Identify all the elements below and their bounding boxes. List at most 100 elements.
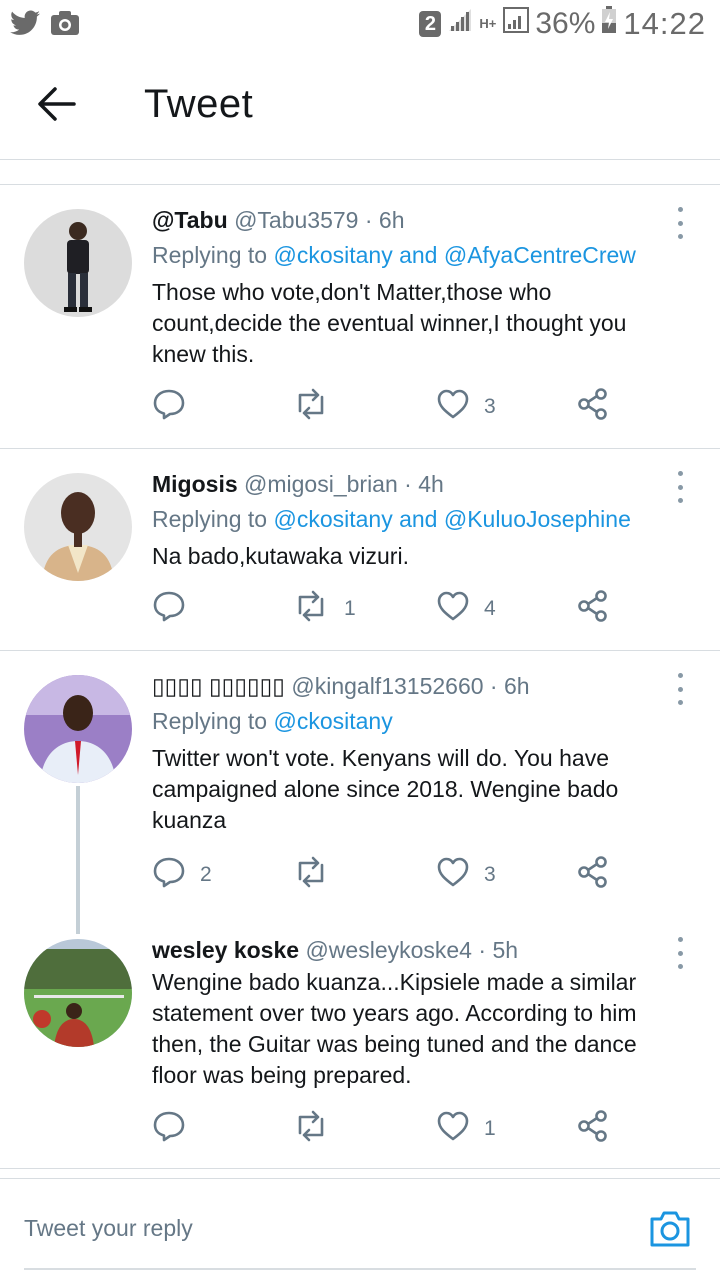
share-button[interactable]	[576, 1107, 610, 1151]
camera-notification-icon	[50, 10, 80, 41]
signal-icon	[447, 7, 473, 41]
username[interactable]: @wesleykoske4	[305, 937, 472, 963]
tweet-actions: 2 3	[152, 853, 632, 897]
share-icon	[576, 589, 610, 629]
timestamp: 6h	[378, 207, 405, 233]
more-options-button[interactable]	[674, 937, 686, 969]
avatar[interactable]	[24, 473, 132, 581]
share-button[interactable]	[576, 853, 610, 897]
separator-dot: ·	[364, 207, 373, 233]
username[interactable]: @kingalf13152660	[291, 673, 483, 699]
like-count: 3	[484, 863, 496, 886]
camera-button[interactable]	[648, 1209, 692, 1253]
replying-to-mentions[interactable]: @ckositany and @KuluoJosephine	[273, 506, 630, 532]
retweet-button[interactable]	[292, 853, 344, 897]
reply-input[interactable]: Tweet your reply	[24, 1215, 193, 1242]
share-icon	[576, 855, 610, 895]
share-button[interactable]	[576, 385, 610, 429]
heart-icon	[436, 856, 470, 894]
reply-icon	[152, 387, 186, 427]
display-name[interactable]: @Tabu	[152, 207, 228, 233]
reply-icon	[152, 589, 186, 629]
replying-to-prefix: Replying to	[152, 242, 268, 268]
retweet-button[interactable]: 1	[292, 587, 356, 631]
arrow-left-icon	[36, 86, 76, 127]
heart-icon	[436, 1110, 470, 1148]
share-icon	[576, 1109, 610, 1149]
separator-dot: ·	[489, 673, 498, 699]
separator-dot: ·	[404, 471, 412, 497]
timestamp: 4h	[418, 471, 444, 497]
like-button[interactable]: 3	[436, 385, 496, 429]
like-count: 4	[484, 597, 496, 620]
reply-composer: Tweet your reply	[0, 1178, 720, 1280]
username[interactable]: @Tabu3579	[234, 207, 358, 233]
sim-badge: 2	[419, 11, 442, 37]
retweet-button[interactable]	[292, 385, 344, 429]
more-options-button[interactable]	[674, 207, 686, 239]
status-bar: 2 H+ 36% 14:22	[0, 0, 720, 52]
back-button[interactable]	[30, 80, 82, 132]
replying-to: Replying to @ckositany and @KuluoJosephi…	[152, 503, 680, 535]
reply-button[interactable]	[152, 385, 200, 429]
display-name[interactable]: ▯▯▯▯ ▯▯▯▯▯▯	[152, 673, 285, 699]
reply-icon	[152, 855, 186, 895]
battery-percent: 36%	[535, 7, 596, 40]
display-name[interactable]: Migosis	[152, 471, 238, 497]
tweet-card[interactable]: ▯▯▯▯ ▯▯▯▯▯▯ @kingalf13152660 · 6h Replyi…	[0, 651, 720, 915]
reply-icon	[152, 1109, 186, 1149]
reply-button[interactable]	[152, 1107, 200, 1151]
timestamp: 6h	[503, 673, 530, 699]
reply-input-underline	[24, 1268, 696, 1270]
like-button[interactable]: 4	[436, 587, 496, 631]
share-icon	[576, 387, 610, 427]
heart-icon	[436, 388, 470, 426]
tweet-card[interactable]: Migosis @migosi_brian · 4h Replying to @…	[0, 449, 720, 651]
retweet-button[interactable]	[292, 1107, 344, 1151]
like-button[interactable]: 3	[436, 853, 496, 897]
tweet-card[interactable]: wesley koske @wesleykoske4 · 5h Wengine …	[0, 915, 720, 1169]
avatar[interactable]	[24, 675, 132, 783]
reply-button[interactable]	[152, 587, 200, 631]
tweet-header: wesley koske @wesleykoske4 · 5h	[152, 935, 680, 965]
network-type: H+	[479, 16, 497, 31]
avatar[interactable]	[24, 209, 132, 317]
signal-icon-2	[503, 7, 530, 41]
retweet-icon	[292, 589, 330, 629]
tweet-text: Wengine bado kuanza...Kipsiele made a si…	[152, 969, 637, 1088]
tweet-text: Na bado,kutawaka vizuri.	[152, 543, 409, 569]
reply-count: 2	[200, 863, 212, 886]
tweet-text: Those who vote,don't Matter,those who co…	[152, 279, 627, 367]
retweet-icon	[292, 1109, 330, 1149]
retweet-icon	[292, 855, 330, 895]
page-title: Tweet	[144, 82, 254, 126]
tweet-header: Migosis @migosi_brian · 4h	[152, 469, 680, 499]
replying-to-prefix: Replying to	[152, 506, 268, 532]
tweet-header: @Tabu @Tabu3579 · 6h	[152, 205, 680, 235]
battery-charging-icon	[601, 6, 617, 42]
share-button[interactable]	[576, 587, 610, 631]
replying-to-mentions[interactable]: @ckositany and @AfyaCentreCrew	[273, 242, 635, 268]
retweet-count: 1	[344, 597, 356, 620]
like-count: 3	[484, 395, 496, 418]
clock: 14:22	[623, 6, 706, 41]
timestamp: 5h	[492, 937, 519, 963]
top-app-bar: Tweet	[0, 52, 720, 160]
tweet-actions: 1	[152, 1107, 632, 1151]
replying-to-mentions[interactable]: @ckositany	[273, 708, 392, 734]
more-options-button[interactable]	[674, 471, 686, 503]
like-button[interactable]: 1	[436, 1107, 496, 1151]
reply-button[interactable]: 2	[152, 853, 212, 897]
display-name[interactable]: wesley koske	[152, 937, 299, 963]
tweet-card[interactable]: @Tabu @Tabu3579 · 6h Replying to @ckosit…	[0, 185, 720, 449]
replying-to-prefix: Replying to	[152, 708, 268, 734]
username[interactable]: @migosi_brian	[244, 471, 398, 497]
tweet-text: Twitter won't vote. Kenyans will do. You…	[152, 745, 619, 833]
more-options-button[interactable]	[674, 673, 686, 705]
replying-to: Replying to @ckositany	[152, 705, 680, 737]
camera-icon	[648, 1211, 692, 1253]
like-count: 1	[484, 1117, 496, 1140]
replying-to: Replying to @ckositany and @AfyaCentreCr…	[152, 239, 680, 271]
heart-icon	[436, 590, 470, 628]
avatar[interactable]	[24, 939, 132, 1047]
